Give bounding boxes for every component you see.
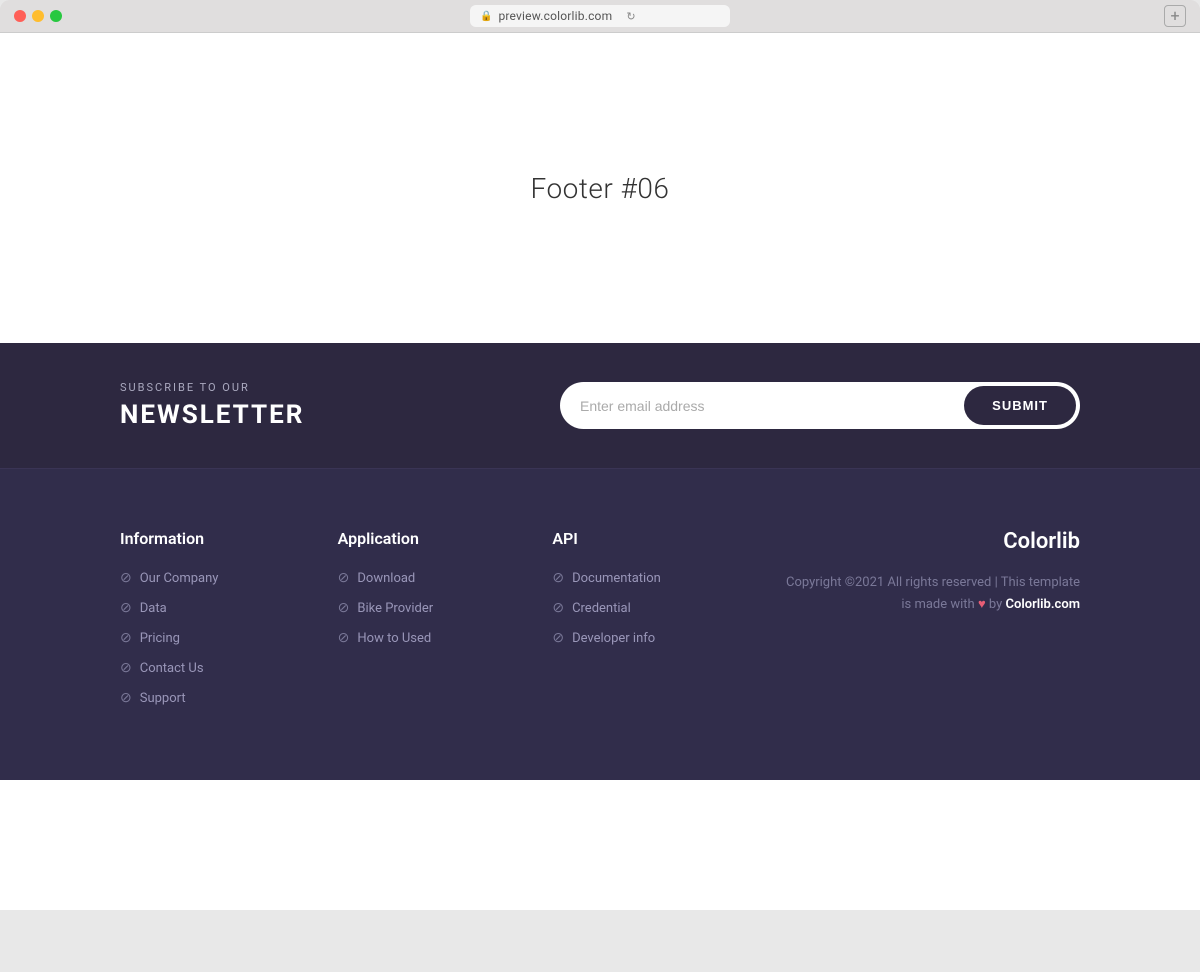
page-title: Footer #06 [531,172,670,205]
check-circle-icon: ⊘ [552,570,564,586]
link-data[interactable]: Data [140,601,167,616]
new-tab-button[interactable]: + [1164,5,1186,27]
check-circle-icon: ⊘ [120,570,132,586]
list-item[interactable]: ⊘ Credential [552,600,660,616]
list-item[interactable]: ⊘ Bike Provider [338,600,433,616]
footer-col-application: Application ⊘ Download ⊘ Bike Provider ⊘… [338,529,433,720]
bottom-bar [0,780,1200,910]
window-controls [14,10,62,22]
link-how-to-used[interactable]: How to Used [357,631,431,646]
footer-col-api: API ⊘ Documentation ⊘ Credential ⊘ Devel… [552,529,660,720]
link-contact-us[interactable]: Contact Us [140,661,204,676]
check-circle-icon: ⊘ [338,600,350,616]
browser-titlebar: 🔒 preview.colorlib.com ↻ + [0,0,1200,32]
link-documentation[interactable]: Documentation [572,571,661,586]
minimize-button[interactable] [32,10,44,22]
email-input[interactable] [580,388,964,424]
brand-name: Colorlib [1003,529,1080,554]
newsletter-section: SUBSCRIBE TO OUR NEWSLETTER SUBMIT [0,343,1200,469]
copyright-text: Copyright ©2021 All rights reserved | Th… [780,572,1080,616]
browser-content: Footer #06 SUBSCRIBE TO OUR NEWSLETTER S… [0,32,1200,910]
copyright-link[interactable]: Colorlib.com [1006,597,1080,612]
check-circle-icon: ⊘ [338,570,350,586]
newsletter-label: SUBSCRIBE TO OUR NEWSLETTER [120,381,304,430]
list-item[interactable]: ⊘ Data [120,600,218,616]
link-pricing[interactable]: Pricing [140,631,180,646]
list-item[interactable]: ⊘ Download [338,570,433,586]
link-our-company[interactable]: Our Company [140,571,219,586]
newsletter-form: SUBMIT [560,382,1080,429]
heart-icon: ♥ [978,597,989,612]
submit-button[interactable]: SUBMIT [964,386,1076,425]
maximize-button[interactable] [50,10,62,22]
footer-links-section: Information ⊘ Our Company ⊘ Data ⊘ Prici… [0,469,1200,780]
footer-col-title-api: API [552,529,660,548]
address-bar[interactable]: 🔒 preview.colorlib.com ↻ [470,5,730,27]
close-button[interactable] [14,10,26,22]
list-item[interactable]: ⊘ How to Used [338,630,433,646]
check-circle-icon: ⊘ [120,600,132,616]
link-developer-info[interactable]: Developer info [572,631,655,646]
refresh-icon[interactable]: ↻ [626,10,635,23]
footer-col-information: Information ⊘ Our Company ⊘ Data ⊘ Prici… [120,529,218,720]
newsletter-subtitle: SUBSCRIBE TO OUR [120,381,304,394]
list-item[interactable]: ⊘ Support [120,690,218,706]
link-credential[interactable]: Credential [572,601,631,616]
check-circle-icon: ⊘ [120,630,132,646]
list-item[interactable]: ⊘ Developer info [552,630,660,646]
list-item[interactable]: ⊘ Contact Us [120,660,218,676]
list-item[interactable]: ⊘ Documentation [552,570,660,586]
list-item[interactable]: ⊘ Pricing [120,630,218,646]
footer-col-title-information: Information [120,529,218,548]
page-main: Footer #06 [0,33,1200,343]
check-circle-icon: ⊘ [120,690,132,706]
check-circle-icon: ⊘ [338,630,350,646]
url-text: preview.colorlib.com [498,9,612,23]
footer-col-title-application: Application [338,529,433,548]
link-support[interactable]: Support [140,691,186,706]
check-circle-icon: ⊘ [120,660,132,676]
list-item[interactable]: ⊘ Our Company [120,570,218,586]
browser-window: 🔒 preview.colorlib.com ↻ + Footer #06 SU… [0,0,1200,910]
newsletter-title: NEWSLETTER [120,400,304,430]
footer-brand-col: Colorlib Copyright ©2021 All rights rese… [780,529,1080,720]
lock-icon: 🔒 [480,11,492,22]
link-bike-provider[interactable]: Bike Provider [357,601,433,616]
check-circle-icon: ⊘ [552,630,564,646]
copyright-by: by [989,597,1002,612]
link-download[interactable]: Download [357,571,415,586]
check-circle-icon: ⊘ [552,600,564,616]
